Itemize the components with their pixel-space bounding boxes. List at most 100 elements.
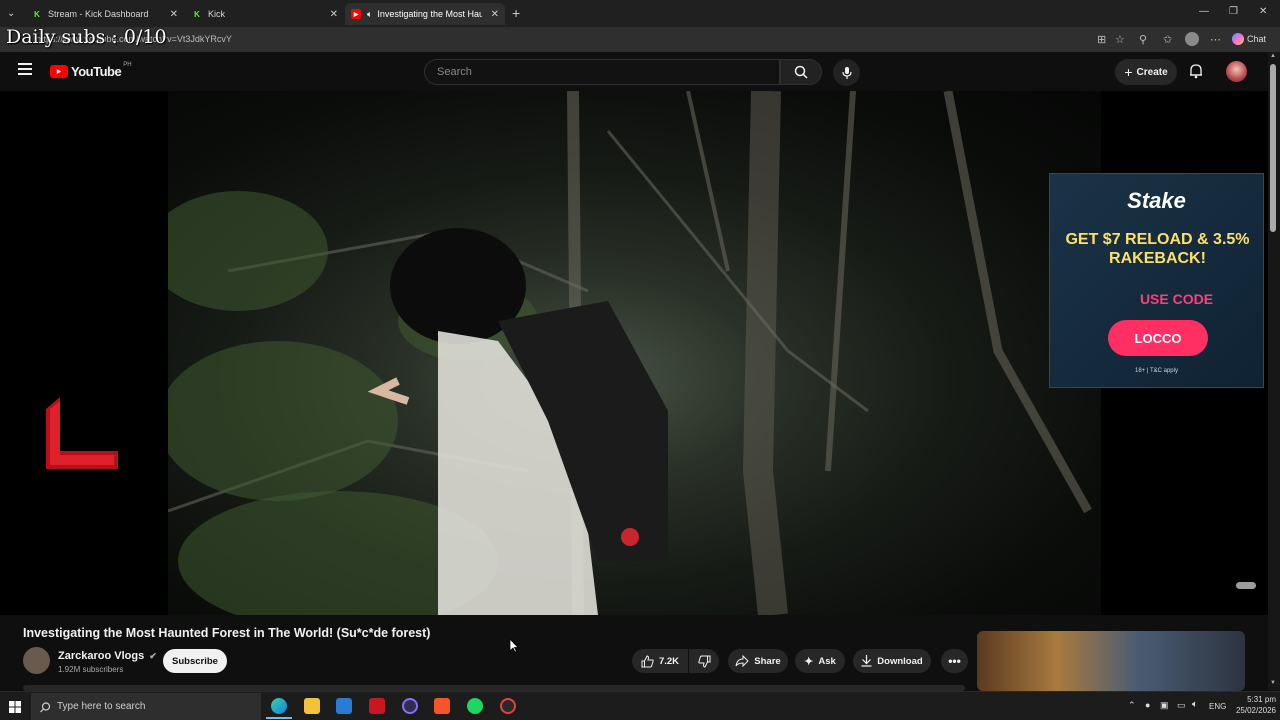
forest-scene-image xyxy=(148,91,1092,615)
clock-time: 5:31 pm xyxy=(1247,695,1276,704)
daily-subs-overlay: Daily subs : 0/10 xyxy=(6,26,167,48)
region-code: PH xyxy=(123,61,132,68)
ad-fineprint: 18+ | T&C apply xyxy=(1135,368,1178,374)
share-icon xyxy=(735,655,750,667)
spotify-icon[interactable] xyxy=(467,698,483,714)
video-title: Investigating the Most Haunted Forest in… xyxy=(23,626,431,640)
video-frame[interactable] xyxy=(148,91,1101,615)
recommended-video-thumbnail[interactable] xyxy=(977,631,1245,691)
scroll-up-icon[interactable]: ▲ xyxy=(1270,53,1276,59)
subscriber-count: 1.92M subscribers xyxy=(58,665,124,674)
thumbs-up-icon xyxy=(641,654,654,667)
ad-code-button[interactable]: LOCCO xyxy=(1108,320,1208,356)
channel-name-text: Zarckaroo Vlogs xyxy=(58,650,145,662)
notifications-icon[interactable] xyxy=(1189,63,1203,84)
sparkle-icon: ✦ xyxy=(804,655,814,668)
dislike-button[interactable] xyxy=(689,649,719,673)
account-avatar[interactable] xyxy=(1226,61,1247,82)
like-button[interactable]: 7.2K xyxy=(632,649,688,673)
thumbs-down-icon xyxy=(697,655,710,668)
download-icon xyxy=(861,655,872,667)
stake-ad-overlay[interactable]: Stake GET $7 RELOAD & 3.5% RAKEBACK! USE… xyxy=(1049,173,1264,388)
app-icon[interactable]: ⊞ xyxy=(1097,33,1106,46)
plus-icon: + xyxy=(1124,64,1133,80)
create-label: Create xyxy=(1136,66,1168,78)
channel-avatar[interactable] xyxy=(23,647,50,674)
ad-brand: Stake xyxy=(1127,188,1186,213)
menu-icon[interactable] xyxy=(18,63,32,75)
volume-icon[interactable]: 🔈︎ xyxy=(1192,699,1198,710)
streamer-logo-icon xyxy=(46,397,118,469)
new-tab-button[interactable]: + xyxy=(512,5,520,21)
language-indicator[interactable]: ENG xyxy=(1209,702,1226,711)
youtube-play-icon: ▶ xyxy=(50,65,68,78)
adobe-acrobat-icon[interactable] xyxy=(369,698,385,714)
player-watermark-icon xyxy=(1236,582,1256,589)
search-button[interactable] xyxy=(780,59,822,85)
search-icon xyxy=(40,700,51,718)
share-label: Share xyxy=(754,655,781,667)
tab-kick[interactable]: K Kick ✕ xyxy=(186,3,344,25)
ad-use-code: USE CODE xyxy=(1139,291,1214,307)
microphone-tray-icon[interactable]: ● xyxy=(1145,700,1150,710)
tab-youtube-video[interactable]: ▶ 🔈︎ Investigating the Most Haunte ✕ xyxy=(345,3,505,25)
close-icon[interactable]: ✕ xyxy=(330,9,338,20)
tab-label: Stream - Kick Dashboard xyxy=(48,9,149,19)
close-icon[interactable]: ✕ xyxy=(490,8,499,20)
microphone-icon xyxy=(841,66,852,79)
extensions-icon[interactable]: ⚲ xyxy=(1139,33,1147,46)
chat-label: Chat xyxy=(1247,34,1267,44)
channel-name[interactable]: Zarckaroo Vlogs ✔︎ xyxy=(58,650,157,662)
brave-browser-icon[interactable] xyxy=(434,698,450,714)
like-count: 7.2K xyxy=(658,655,680,667)
system-clock[interactable]: 5:31 pm 25/02/2026 xyxy=(1226,694,1276,716)
mouse-cursor-icon xyxy=(510,639,519,653)
taskbar-active-indicator xyxy=(266,717,292,719)
network-icon[interactable]: ▭ xyxy=(1177,700,1186,711)
tab-label: Kick xyxy=(208,9,226,19)
edge-browser-icon[interactable] xyxy=(271,698,287,714)
video-player[interactable]: Stake GET $7 RELOAD & 3.5% RAKEBACK! USE… xyxy=(0,91,1268,615)
clock-date: 25/02/2026 xyxy=(1235,706,1276,715)
download-label: Download xyxy=(877,655,923,667)
speaker-icon[interactable]: 🔈︎ xyxy=(367,9,372,20)
tab-actions-icon[interactable]: ⌄ xyxy=(7,8,15,19)
restore-button[interactable]: ❐ xyxy=(1229,6,1238,17)
ad-headline: GET $7 RELOAD & 3.5% RAKEBACK! xyxy=(1065,231,1250,267)
create-button[interactable]: + Create xyxy=(1115,59,1177,85)
taskbar-search-input[interactable]: Type here to search xyxy=(31,693,261,720)
more-actions-button[interactable]: ••• xyxy=(941,649,968,673)
verified-icon: ✔︎ xyxy=(149,651,157,661)
browser-tab-bar: ⌄ K Stream - Kick Dashboard ✕ K Kick ✕ ▶… xyxy=(0,0,1280,27)
chrome-app-icon[interactable] xyxy=(500,698,516,714)
obs-studio-icon[interactable] xyxy=(402,698,418,714)
ask-label: Ask xyxy=(818,655,836,667)
more-icon[interactable]: ⋯ xyxy=(1210,33,1221,46)
tray-app-icon[interactable]: ▣ xyxy=(1160,700,1169,711)
profile-avatar-icon[interactable] xyxy=(1185,32,1199,46)
file-explorer-icon[interactable] xyxy=(304,698,320,714)
scrollbar-thumb[interactable] xyxy=(1270,64,1276,232)
ask-button[interactable]: ✦ Ask xyxy=(795,649,845,673)
youtube-icon: ▶ xyxy=(351,9,361,19)
start-button[interactable] xyxy=(9,700,21,718)
favorite-star-icon[interactable]: ☆ xyxy=(1115,33,1125,46)
scroll-down-icon[interactable]: ▼ xyxy=(1270,680,1276,686)
close-window-button[interactable]: ✕ xyxy=(1259,6,1267,17)
tab-kick-dashboard[interactable]: K Stream - Kick Dashboard ✕ xyxy=(26,3,184,25)
subscribe-button[interactable]: Subscribe xyxy=(163,649,227,673)
windows-logo-icon xyxy=(9,701,21,713)
show-hidden-icons[interactable]: ⌃ xyxy=(1128,700,1136,711)
minimize-button[interactable]: — xyxy=(1199,6,1209,17)
search-input[interactable]: Search xyxy=(424,59,780,85)
favorites-icon[interactable]: ✩ xyxy=(1163,33,1172,46)
copilot-chat-button[interactable]: Chat xyxy=(1232,33,1266,45)
voice-search-button[interactable] xyxy=(833,59,860,86)
close-icon[interactable]: ✕ xyxy=(170,9,178,20)
copilot-icon xyxy=(1232,33,1244,45)
share-button[interactable]: Share xyxy=(728,649,788,673)
kick-icon: K xyxy=(34,9,40,19)
youtube-logo[interactable]: ▶ YouTube PH xyxy=(50,61,132,79)
download-button[interactable]: Download xyxy=(853,649,931,673)
mail-app-icon[interactable] xyxy=(336,698,352,714)
